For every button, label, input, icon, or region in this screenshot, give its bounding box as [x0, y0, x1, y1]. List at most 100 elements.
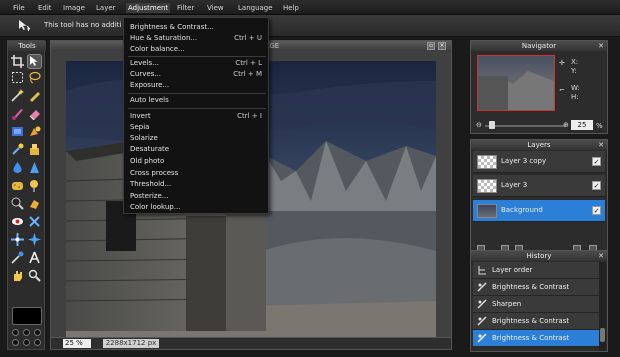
menu-item-solarize[interactable]: Solarize: [130, 133, 266, 144]
menu-help[interactable]: Help: [283, 3, 299, 13]
adjust-icon: [477, 333, 487, 343]
redeye-icon[interactable]: [11, 215, 24, 228]
lasso-icon[interactable]: [28, 71, 41, 84]
burn-icon[interactable]: [11, 197, 24, 210]
layer-row-active[interactable]: Background ✓: [473, 200, 605, 222]
layer-thumbnail: [477, 179, 497, 193]
maximize-button[interactable]: ▫: [427, 42, 435, 50]
marquee-icon[interactable]: [11, 71, 24, 84]
close-button[interactable]: ×: [438, 42, 446, 50]
menu-file[interactable]: File: [13, 3, 25, 13]
navigator-zoom-input[interactable]: 25: [571, 120, 593, 130]
brush-icon[interactable]: [11, 107, 24, 120]
layer-name: Background: [501, 206, 543, 214]
spot-icon[interactable]: [28, 197, 41, 210]
menu-item-desaturate[interactable]: Desaturate: [130, 144, 266, 155]
zoom-icon[interactable]: [28, 269, 41, 282]
close-icon[interactable]: ✕: [598, 252, 604, 260]
menu-item-levels[interactable]: Levels... Ctrl + L: [130, 58, 266, 69]
layer-row[interactable]: Layer 3 ✓: [473, 175, 605, 197]
history-item[interactable]: Brightness & Contrast: [473, 279, 599, 296]
menu-item-hue-saturation[interactable]: Hue & Saturation... Ctrl + U: [130, 33, 266, 44]
zoom-slider-handle[interactable]: [489, 121, 495, 129]
gradient-icon[interactable]: [28, 125, 41, 138]
sharpen-icon[interactable]: [28, 161, 41, 174]
dodge-icon[interactable]: [28, 179, 41, 192]
preset-dot[interactable]: [34, 339, 41, 346]
wand-icon[interactable]: [11, 89, 24, 102]
move-icon[interactable]: [27, 54, 42, 69]
history-item[interactable]: Brightness & Contrast: [473, 313, 599, 330]
menu-filter[interactable]: Filter: [177, 3, 194, 13]
menu-edit[interactable]: Edit: [38, 3, 52, 13]
adjust-icon: [477, 316, 487, 326]
menu-view[interactable]: View: [207, 3, 224, 13]
zoom-slider-track[interactable]: [485, 125, 565, 127]
menu-layer[interactable]: Layer: [96, 3, 116, 13]
menu-item-invert[interactable]: Invert Ctrl + I: [130, 111, 266, 122]
nav-x-label: X:: [571, 58, 579, 66]
picker-icon[interactable]: [11, 251, 24, 264]
zoom-in-icon[interactable]: ⊕: [563, 121, 569, 129]
preset-dot[interactable]: [23, 329, 30, 336]
menu-item-old-photo[interactable]: Old photo: [130, 156, 266, 167]
text-icon[interactable]: [28, 251, 41, 264]
history-item-active[interactable]: Brightness & Contrast: [473, 330, 599, 347]
menu-item-curves[interactable]: Curves... Ctrl + M: [130, 69, 266, 80]
menu-item-exposure[interactable]: Exposure...: [130, 80, 266, 91]
pinch-icon[interactable]: [28, 215, 41, 228]
preset-dot[interactable]: [12, 339, 19, 346]
drop-icon[interactable]: [11, 161, 24, 174]
smudge-icon[interactable]: [28, 143, 41, 156]
spot-heal-icon[interactable]: [11, 233, 24, 246]
menu-item-posterize[interactable]: Posterize...: [130, 191, 266, 202]
foreground-color-swatch[interactable]: [12, 307, 42, 325]
options-bar: This tool has no additi: [0, 15, 620, 37]
menu-bar: File Edit Image Layer Adjustment Filter …: [0, 0, 620, 15]
menu-image[interactable]: Image: [63, 3, 85, 13]
layer-visibility-checkbox[interactable]: ✓: [592, 206, 601, 215]
menu-item-cross-process[interactable]: Cross process: [130, 168, 266, 179]
menu-item-color-balance[interactable]: Color balance...: [130, 44, 266, 55]
layer-visibility-checkbox[interactable]: ✓: [592, 157, 601, 166]
clone-icon[interactable]: [11, 143, 24, 156]
menu-item-color-lookup[interactable]: Color lookup...: [130, 202, 266, 213]
layers-title: Layers: [471, 140, 607, 150]
menu-separator: [128, 56, 266, 57]
layer-visibility-checkbox[interactable]: ✓: [592, 181, 601, 190]
menu-item-auto-levels[interactable]: Auto levels: [130, 95, 266, 106]
move-tool-icon[interactable]: [18, 19, 30, 31]
pencil-icon[interactable]: [28, 89, 41, 102]
nav-h-label: H:: [571, 93, 579, 101]
navigator-zoom-unit: %: [596, 122, 603, 130]
adjust-icon: [477, 299, 487, 309]
navigator-panel: Navigator ✕ ✛ X: Y: ⌐ W: H: ⊖ ⊕ 25 %: [470, 40, 608, 134]
close-icon[interactable]: ✕: [598, 141, 604, 149]
hand-icon[interactable]: [11, 269, 24, 282]
sponge-icon[interactable]: [11, 179, 24, 192]
eraser-icon[interactable]: [28, 107, 41, 121]
bucket-icon[interactable]: [11, 125, 24, 138]
crop-icon[interactable]: [11, 55, 24, 68]
scrollbar-thumb[interactable]: [600, 328, 605, 342]
close-icon[interactable]: ✕: [598, 42, 604, 50]
history-title: History: [471, 251, 607, 261]
zoom-out-icon[interactable]: ⊖: [476, 121, 482, 129]
preset-dot[interactable]: [23, 339, 30, 346]
bloat-icon[interactable]: [28, 233, 41, 246]
tools-panel: Tools: [7, 40, 46, 350]
layer-name: Layer 3 copy: [501, 157, 547, 165]
history-scrollbar[interactable]: [599, 262, 606, 351]
menu-item-brightness-contrast[interactable]: Brightness & Contrast...: [130, 22, 266, 33]
menu-item-threshold[interactable]: Threshold...: [130, 179, 266, 190]
preset-dot[interactable]: [34, 329, 41, 336]
history-item[interactable]: Sharpen: [473, 296, 599, 313]
zoom-input[interactable]: 25 %: [63, 339, 91, 348]
navigator-thumbnail[interactable]: [477, 55, 555, 111]
menu-adjustment[interactable]: Adjustment: [126, 3, 171, 13]
menu-language[interactable]: Language: [238, 3, 273, 13]
preset-dot[interactable]: [12, 329, 19, 336]
layer-row[interactable]: Layer 3 copy ✓: [473, 151, 605, 173]
history-item[interactable]: Layer order: [473, 262, 599, 279]
menu-item-sepia[interactable]: Sepia: [130, 122, 266, 133]
